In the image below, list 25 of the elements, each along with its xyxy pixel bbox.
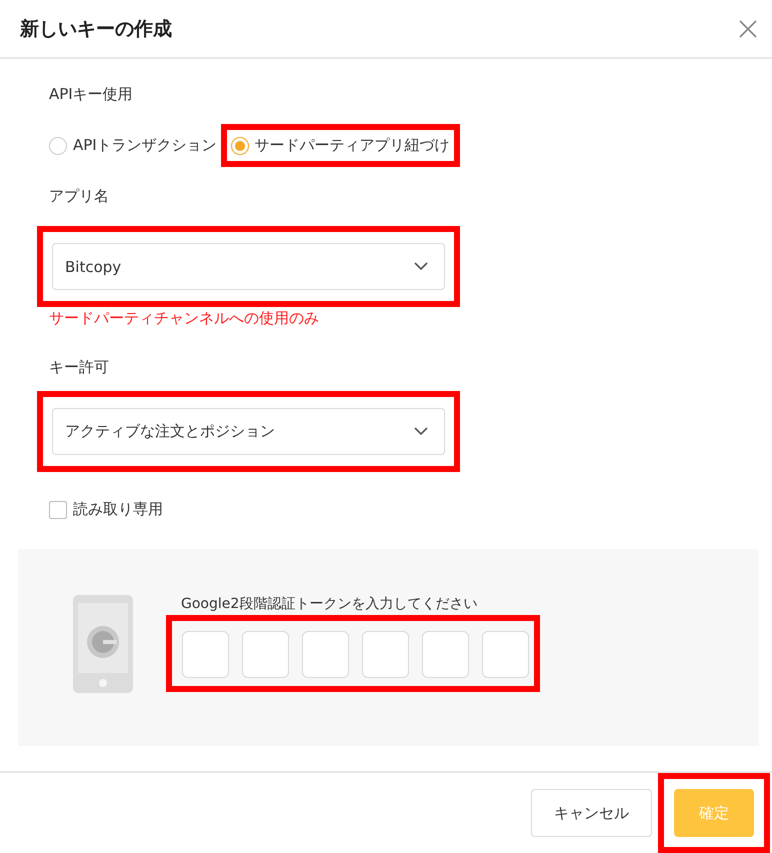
digit-field[interactable] xyxy=(242,631,289,678)
digit-field[interactable] xyxy=(482,631,529,678)
field-label: アプリ名 xyxy=(49,187,109,206)
app-select[interactable]: Bitcopy xyxy=(52,243,445,290)
radio-button[interactable] xyxy=(49,136,67,155)
digit-field[interactable] xyxy=(362,631,409,678)
read-only-checkbox[interactable]: 読み取り専用 xyxy=(49,500,163,520)
hint-text: サードパーティチャンネルへの使用のみ xyxy=(49,309,319,328)
phone-icon xyxy=(73,595,133,694)
radio-option[interactable]: サードパーティアプリ紐づけ xyxy=(230,136,450,156)
chevron-down-icon xyxy=(414,427,428,436)
checkbox[interactable] xyxy=(49,500,67,519)
digit-field[interactable] xyxy=(302,631,349,678)
token-prompt: Google2段階認証トークンを入力してください xyxy=(181,595,478,614)
chevron-down-icon xyxy=(414,262,428,272)
dialog-title: 新しいキーの作成 xyxy=(20,16,172,42)
cancel-button[interactable]: キャンセル xyxy=(531,789,652,837)
radio-option[interactable]: APIトランザクション xyxy=(49,136,217,156)
permission-select[interactable]: アクティブな注文とポジション xyxy=(52,408,445,456)
digit-field[interactable] xyxy=(422,631,469,678)
field-label: キー許可 xyxy=(49,358,109,378)
close-icon[interactable] xyxy=(738,18,758,39)
digit-field[interactable] xyxy=(182,631,229,678)
field-label: APIキー使用 xyxy=(49,85,133,104)
radio-button[interactable] xyxy=(230,136,249,155)
